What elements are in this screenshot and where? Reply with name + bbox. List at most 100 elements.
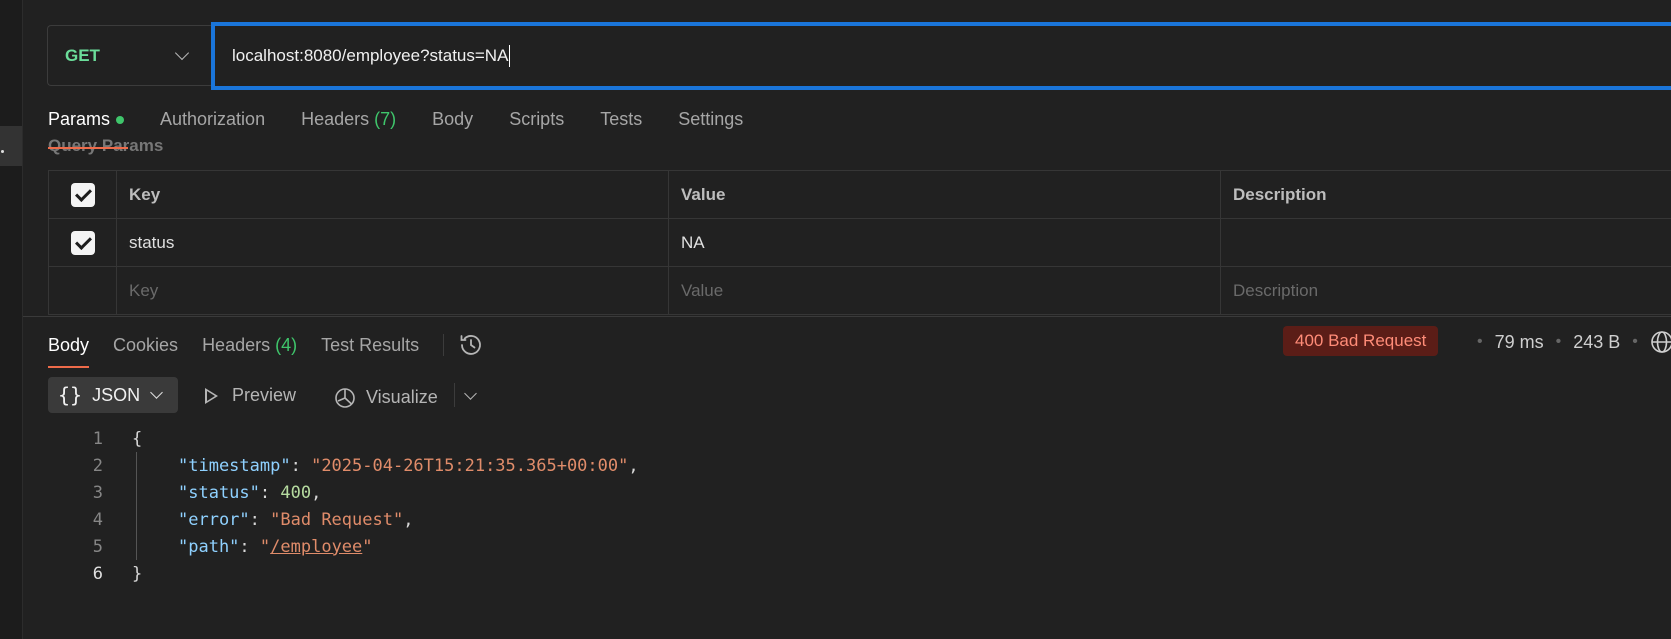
response-body-editor[interactable]: 1 { 2 "timestamp": "2025-04-26T15:21:35.… [48,425,639,587]
param-value-cell[interactable]: NA [668,218,1221,267]
json-key: "status" [178,482,260,503]
request-tabs: Params Authorization Headers (7) Body Sc… [48,109,779,130]
meta-separator: • [1477,333,1483,350]
checkbox-checked-icon[interactable] [70,182,95,207]
json-string: "Bad Request" [270,509,404,530]
format-select[interactable]: {} JSON [48,377,178,413]
code-line: 5 "path": "/employee " [48,533,639,560]
table-row-new: Key Value Description [48,266,1671,315]
description-placeholder-cell[interactable]: Description [1220,266,1671,315]
tab-cookies[interactable]: Cookies [113,335,178,356]
line-number: 2 [92,455,103,476]
preview-label: Preview [232,385,297,405]
chevron-down-icon [150,386,163,399]
status-badge[interactable]: 400 Bad Request [1283,326,1439,356]
params-tab-underline [48,147,128,149]
line-number: 3 [92,482,103,503]
json-key: "path" [178,536,240,557]
preview-button[interactable]: Preview [205,385,296,406]
header-checkbox-cell [48,170,117,219]
tab-response-headers[interactable]: Headers (4) [202,335,297,356]
code-line: 1 { [48,425,639,452]
code-line: 2 "timestamp": "2025-04-26T15:21:35.365+… [48,452,639,479]
tabs-separator [443,334,445,356]
code-token: } [132,563,143,584]
tab-headers-label: Headers [301,109,370,129]
response-meta: • 79 ms • 243 B • [1465,330,1671,354]
table-row: status NA [48,218,1671,267]
header-description: Description [1220,170,1671,219]
pane-divider[interactable] [23,316,1671,317]
query-params-title-text: Query Params [48,136,164,155]
visualize-icon [335,388,355,408]
tab-test-results[interactable]: Test Results [321,335,419,356]
table-header-row: Key Value Description [48,170,1671,219]
globe-icon[interactable] [1650,330,1671,354]
param-key-cell[interactable]: status [116,218,669,267]
tab-body[interactable]: Body [432,109,473,130]
tab-tests[interactable]: Tests [600,109,642,130]
url-text: localhost:8080/employee?status=NA [232,46,509,65]
code-token: { [132,428,143,449]
meta-separator: • [1555,333,1562,350]
visualize-button[interactable]: Visualize [333,385,438,409]
response-size[interactable]: 243 B [1573,332,1620,353]
empty-checkbox-cell [48,266,117,315]
json-link[interactable]: /employee [270,537,362,557]
indent-guide [136,533,178,560]
tab-params[interactable]: Params [48,109,125,130]
url-input[interactable]: localhost:8080/employee?status=NA [211,22,1671,90]
header-key: Key [116,170,669,219]
history-icon[interactable] [458,332,484,358]
key-placeholder-cell[interactable]: Key [116,266,669,315]
json-quote: " [362,536,373,557]
play-icon [205,387,218,404]
braces-icon: {} [58,383,83,407]
tab-authorization[interactable]: Authorization [160,109,265,130]
headers-count: (7) [374,109,397,129]
text-caret [509,45,511,67]
header-value: Value [668,170,1221,219]
line-number: 1 [92,428,103,449]
code-line: 4 "error": "Bad Request", [48,506,639,533]
chevron-down-icon[interactable] [464,387,477,400]
indent-guide [136,506,178,533]
method-select[interactable]: GET [47,25,211,86]
row-checkbox-cell [48,218,117,267]
format-label: JSON [92,384,141,405]
indent-guide [136,479,178,506]
json-string: "2025-04-26T15:21:35.365+00:00" [311,455,629,476]
param-description-cell[interactable] [1220,218,1671,267]
toolbar-separator [454,383,455,407]
json-key: "error" [178,509,250,530]
tab-headers[interactable]: Headers (7) [301,109,396,130]
line-number: 6 [92,563,103,584]
sidebar-dot [1,150,4,153]
left-sidebar [0,0,23,639]
chevron-down-icon [174,45,190,61]
method-label: GET [65,45,100,65]
indent-guide [136,452,178,479]
meta-separator: • [1632,333,1638,350]
line-number: 4 [92,509,103,530]
query-params-title: Query Params [48,133,188,155]
tab-response-body[interactable]: Body [48,335,90,368]
tab-scripts[interactable]: Scripts [509,109,564,130]
json-number: 400 [280,482,312,503]
params-active-dot [116,116,125,125]
response-time[interactable]: 79 ms [1495,332,1544,353]
checkbox-checked-icon[interactable] [70,230,95,255]
response-headers-count: (4) [275,334,298,355]
response-headers-label: Headers [202,334,271,355]
value-placeholder-cell[interactable]: Value [668,266,1221,315]
line-number: 5 [92,536,103,557]
tab-settings[interactable]: Settings [678,109,743,130]
json-key: "timestamp" [178,455,291,476]
visualize-label: Visualize [366,386,438,407]
query-params-table: Key Value Description status NA Key Valu… [48,170,1671,315]
code-line: 3 "status": 400, [48,479,639,506]
response-tabs: Body Cookies Headers (4) Test Results [48,332,484,368]
code-line: 6 } [48,560,639,587]
json-quote: " [259,536,271,557]
sidebar-selected-item[interactable] [0,126,22,166]
